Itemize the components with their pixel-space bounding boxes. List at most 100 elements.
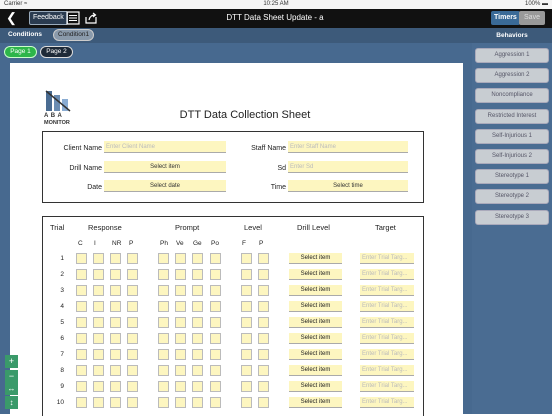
trial-checkbox[interactable] (127, 397, 138, 408)
page-1-button[interactable]: Page 1 (4, 46, 37, 58)
trial-checkbox[interactable] (241, 253, 252, 264)
trial-checkbox[interactable] (258, 253, 269, 264)
trial-checkbox[interactable] (210, 349, 221, 360)
trial-checkbox[interactable] (93, 333, 104, 344)
trial-checkbox[interactable] (192, 365, 203, 376)
behavior-button[interactable]: Self-Injurious 2 (475, 149, 549, 164)
trial-checkbox[interactable] (76, 397, 87, 408)
time-select[interactable]: Select time (288, 180, 408, 192)
trial-checkbox[interactable] (192, 381, 203, 392)
tab-conditions[interactable]: Conditions (8, 31, 42, 38)
zoom-in-icon[interactable]: + (5, 355, 18, 368)
trial-target-input[interactable]: Enter Trial Targ... (360, 301, 414, 312)
trial-checkbox[interactable] (192, 301, 203, 312)
drill-level-select[interactable]: Select item (289, 269, 342, 280)
trial-checkbox[interactable] (110, 397, 121, 408)
trial-checkbox[interactable] (258, 365, 269, 376)
trial-target-input[interactable]: Enter Trial Targ... (360, 269, 414, 280)
trial-checkbox[interactable] (110, 285, 121, 296)
client-name-input[interactable]: Enter Client Name (104, 141, 226, 153)
trial-checkbox[interactable] (158, 381, 169, 392)
trial-target-input[interactable]: Enter Trial Targ... (360, 365, 414, 376)
fit-width-icon[interactable]: ↔ (5, 382, 18, 395)
trial-checkbox[interactable] (258, 397, 269, 408)
trial-checkbox[interactable] (175, 269, 186, 280)
trial-checkbox[interactable] (127, 301, 138, 312)
trial-checkbox[interactable] (110, 253, 121, 264)
trial-checkbox[interactable] (241, 365, 252, 376)
trial-checkbox[interactable] (76, 349, 87, 360)
trial-checkbox[interactable] (158, 269, 169, 280)
drill-name-select[interactable]: Select item (104, 161, 226, 173)
date-select[interactable]: Select date (104, 180, 226, 192)
trial-checkbox[interactable] (158, 365, 169, 376)
page-2-button[interactable]: Page 2 (40, 46, 73, 58)
trial-checkbox[interactable] (127, 365, 138, 376)
trial-checkbox[interactable] (258, 301, 269, 312)
behavior-button[interactable]: Stereotype 2 (475, 189, 549, 205)
trial-checkbox[interactable] (192, 333, 203, 344)
trial-checkbox[interactable] (210, 333, 221, 344)
behavior-button[interactable]: Self-Injurious 1 (475, 128, 549, 144)
trial-checkbox[interactable] (241, 333, 252, 344)
trial-checkbox[interactable] (258, 349, 269, 360)
trial-checkbox[interactable] (158, 349, 169, 360)
drill-level-select[interactable]: Select item (289, 253, 342, 264)
drill-level-select[interactable]: Select item (289, 381, 342, 392)
trial-checkbox[interactable] (158, 285, 169, 296)
trial-checkbox[interactable] (192, 269, 203, 280)
trial-target-input[interactable]: Enter Trial Targ... (360, 317, 414, 328)
behavior-button[interactable]: Restricted Interest (475, 108, 549, 124)
trial-checkbox[interactable] (192, 317, 203, 328)
trial-checkbox[interactable] (76, 301, 87, 312)
trial-checkbox[interactable] (175, 365, 186, 376)
trial-checkbox[interactable] (210, 269, 221, 280)
trial-checkbox[interactable] (127, 381, 138, 392)
trial-checkbox[interactable] (158, 317, 169, 328)
trial-checkbox[interactable] (175, 333, 186, 344)
trial-checkbox[interactable] (175, 397, 186, 408)
trial-checkbox[interactable] (93, 317, 104, 328)
trial-checkbox[interactable] (110, 365, 121, 376)
fit-height-icon[interactable]: ↕ (5, 396, 18, 409)
trial-checkbox[interactable] (241, 269, 252, 280)
trial-checkbox[interactable] (241, 349, 252, 360)
trial-checkbox[interactable] (258, 333, 269, 344)
trial-checkbox[interactable] (127, 269, 138, 280)
feedback-button[interactable]: Feedback (29, 11, 68, 25)
behavior-button[interactable]: Aggression 1 (475, 48, 549, 63)
trial-checkbox[interactable] (76, 317, 87, 328)
trial-target-input[interactable]: Enter Trial Targ... (360, 285, 414, 296)
trial-checkbox[interactable] (158, 333, 169, 344)
trial-target-input[interactable]: Enter Trial Targ... (360, 381, 414, 392)
trial-checkbox[interactable] (110, 333, 121, 344)
trial-target-input[interactable]: Enter Trial Targ... (360, 333, 414, 344)
trial-checkbox[interactable] (93, 397, 104, 408)
trial-checkbox[interactable] (175, 349, 186, 360)
trial-checkbox[interactable] (76, 365, 87, 376)
trial-checkbox[interactable] (210, 397, 221, 408)
trial-checkbox[interactable] (258, 317, 269, 328)
trial-checkbox[interactable] (127, 253, 138, 264)
behavior-button[interactable]: Stereotype 3 (475, 209, 549, 225)
trial-checkbox[interactable] (158, 397, 169, 408)
trial-checkbox[interactable] (110, 301, 121, 312)
trial-target-input[interactable]: Enter Trial Targ... (360, 349, 414, 360)
trial-checkbox[interactable] (127, 317, 138, 328)
trial-checkbox[interactable] (241, 317, 252, 328)
trial-checkbox[interactable] (258, 381, 269, 392)
behavior-button[interactable]: Aggression 2 (475, 68, 549, 84)
trial-checkbox[interactable] (210, 365, 221, 376)
trial-checkbox[interactable] (93, 349, 104, 360)
trial-checkbox[interactable] (175, 301, 186, 312)
trial-checkbox[interactable] (93, 365, 104, 376)
trial-checkbox[interactable] (210, 381, 221, 392)
trial-checkbox[interactable] (192, 349, 203, 360)
behavior-button[interactable]: Noncompliance (475, 88, 549, 104)
trial-checkbox[interactable] (241, 285, 252, 296)
share-icon[interactable] (84, 11, 98, 25)
trial-checkbox[interactable] (93, 381, 104, 392)
trial-checkbox[interactable] (93, 285, 104, 296)
timers-button[interactable]: Timers (491, 11, 520, 25)
trial-checkbox[interactable] (192, 285, 203, 296)
